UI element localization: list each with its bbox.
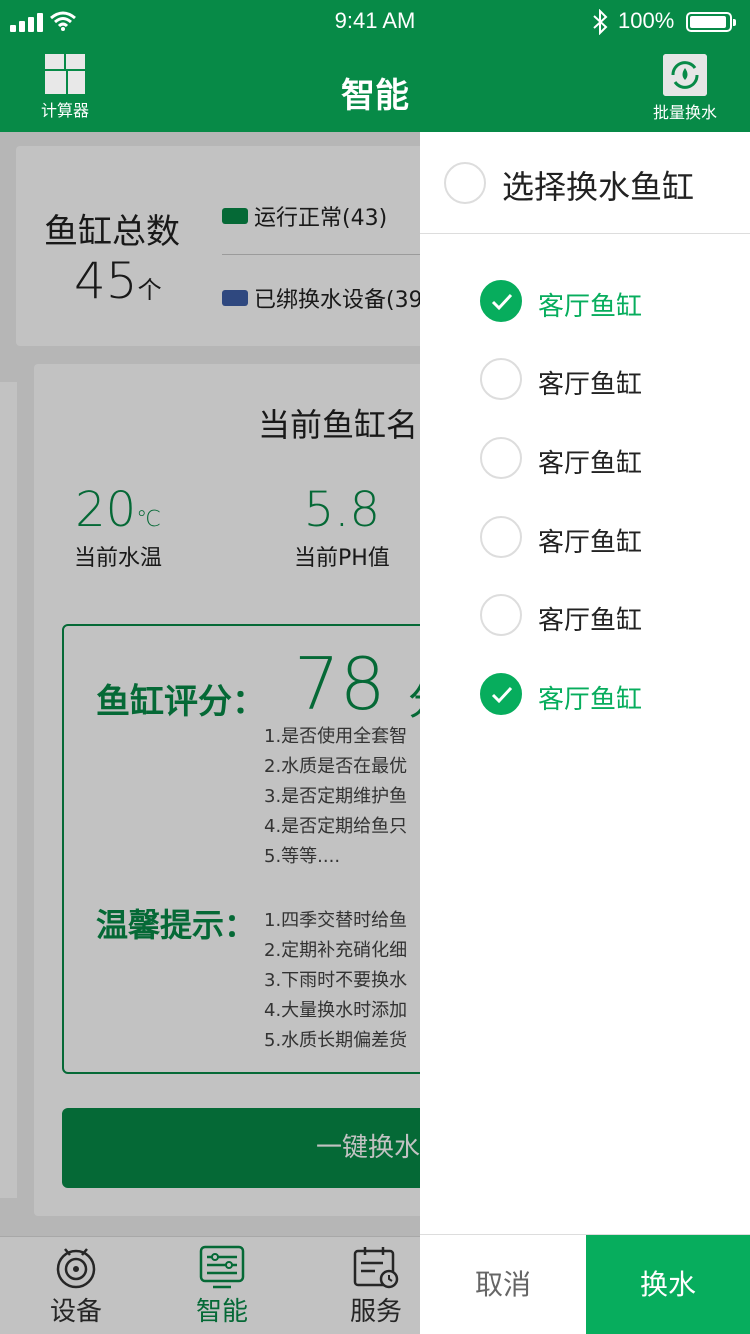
checkmark-icon <box>491 686 513 704</box>
select-all-radio[interactable] <box>444 162 486 204</box>
change-water-button[interactable]: 换水 <box>586 1235 750 1334</box>
batch-water-change-label: 批量换水 <box>652 103 717 122</box>
tank-checkbox[interactable] <box>480 280 522 322</box>
checkmark-icon <box>491 293 513 311</box>
app-header: 9:41 AM 100% 计算器 智能 批量换水 <box>0 0 750 132</box>
drawer-header: 选择换水鱼缸 <box>420 132 750 234</box>
cancel-button[interactable]: 取消 <box>420 1235 586 1334</box>
water-change-icon <box>663 54 707 96</box>
drawer-footer: 取消 换水 <box>420 1234 750 1334</box>
bluetooth-icon <box>593 9 608 35</box>
tank-option-label: 客厅鱼缸 <box>538 292 643 322</box>
tank-checkbox[interactable] <box>480 594 522 636</box>
tank-option[interactable]: 客厅鱼缸 <box>420 580 750 650</box>
drawer-title: 选择换水鱼缸 <box>502 168 695 206</box>
tank-option-label: 客厅鱼缸 <box>538 370 643 400</box>
battery-percent: 100% <box>618 8 675 33</box>
tank-option[interactable]: 客厅鱼缸 <box>420 344 750 414</box>
tank-option[interactable]: 客厅鱼缸 <box>420 502 750 572</box>
battery-icon <box>686 12 736 32</box>
select-tank-drawer: 选择换水鱼缸 客厅鱼缸 客厅鱼缸 客厅鱼缸 客厅鱼缸 客厅鱼缸 客厅鱼缸 取消 … <box>420 132 750 1334</box>
tank-option[interactable]: 客厅鱼缸 <box>420 423 750 493</box>
tank-checkbox[interactable] <box>480 673 522 715</box>
tank-checkbox[interactable] <box>480 437 522 479</box>
tank-checkbox[interactable] <box>480 358 522 400</box>
tank-option-label: 客厅鱼缸 <box>538 449 643 479</box>
tank-option-label: 客厅鱼缸 <box>538 606 643 636</box>
tank-checkbox[interactable] <box>480 516 522 558</box>
tank-option-label: 客厅鱼缸 <box>538 685 643 715</box>
tank-option[interactable]: 客厅鱼缸 <box>420 659 750 729</box>
tank-option[interactable]: 客厅鱼缸 <box>420 266 750 336</box>
batch-water-change-button[interactable]: 批量换水 <box>640 54 730 123</box>
tank-option-label: 客厅鱼缸 <box>538 528 643 558</box>
page-title: 智能 <box>341 76 409 116</box>
status-bar: 9:41 AM 100% <box>0 0 750 44</box>
